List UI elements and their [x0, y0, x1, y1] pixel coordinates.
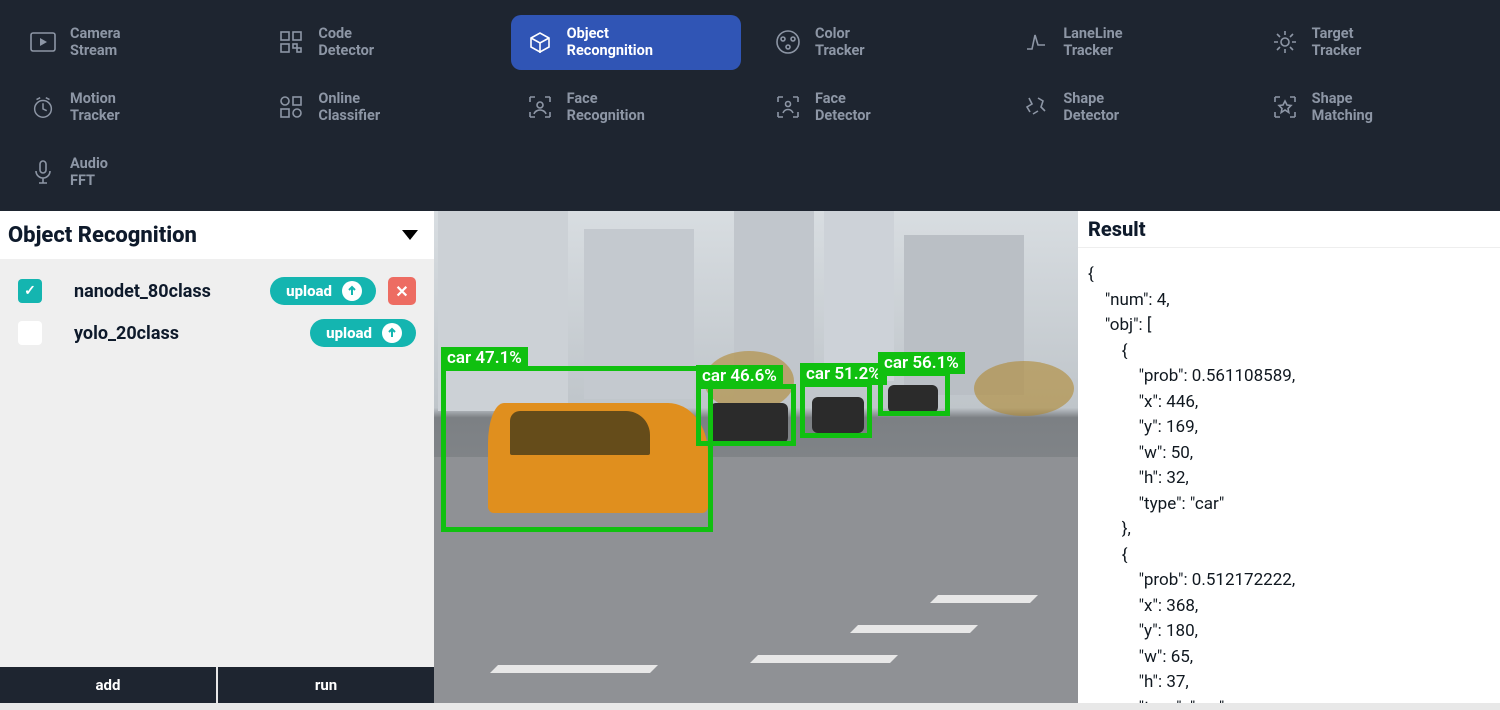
content-row: Object Recognition ✓nanodet_80classuploa…	[0, 211, 1500, 703]
detection-box: car 46.6%	[696, 384, 796, 446]
nav-item-color-tracker[interactable]: ColorTracker	[759, 15, 989, 70]
face-icon	[775, 94, 801, 120]
nav-item-audio-fft[interactable]: AudioFFT	[14, 145, 244, 200]
left-title: Object Recognition	[8, 223, 197, 248]
nav-label: TargetTracker	[1312, 25, 1362, 60]
model-list: ✓nanodet_80classupload✕yolo_20classuploa…	[0, 259, 434, 667]
left-footer: add run	[0, 667, 434, 703]
nav-item-motion-tracker[interactable]: MotionTracker	[14, 80, 244, 135]
object-icon	[527, 29, 553, 55]
nav-item-face-recognition[interactable]: FaceRecognition	[511, 80, 741, 135]
detection-label: car 56.1%	[878, 352, 965, 374]
upload-button[interactable]: upload	[270, 277, 376, 305]
upload-icon	[342, 281, 362, 301]
model-checkbox[interactable]	[18, 321, 42, 345]
target-icon	[1272, 29, 1298, 55]
chevron-down-icon	[402, 230, 418, 240]
audio-icon	[30, 159, 56, 185]
model-name: yolo_20class	[74, 323, 310, 344]
result-header: Result	[1078, 211, 1500, 248]
model-row: yolo_20classupload	[18, 319, 416, 347]
detection-box: car 56.1%	[878, 371, 950, 416]
nav-item-target-tracker[interactable]: TargetTracker	[1256, 15, 1486, 70]
nav-item-face-detector[interactable]: FaceDetector	[759, 80, 989, 135]
nav-item-shape-matching[interactable]: ShapeMatching	[1256, 80, 1486, 135]
nav-item-camera-stream[interactable]: CameraStream	[14, 15, 244, 70]
camera-icon	[30, 29, 56, 55]
detection-box: car 51.2%	[800, 382, 872, 438]
nav-item-laneline-tracker[interactable]: LaneLineTracker	[1007, 15, 1237, 70]
shape-icon	[1272, 94, 1298, 120]
face-icon	[527, 94, 553, 120]
nav-label: ShapeMatching	[1312, 90, 1373, 125]
run-button[interactable]: run	[216, 667, 434, 703]
detection-label: car 46.6%	[696, 365, 783, 387]
left-panel: Object Recognition ✓nanodet_80classuploa…	[0, 211, 434, 703]
upload-icon	[382, 323, 402, 343]
add-button[interactable]: add	[0, 667, 216, 703]
nav-label: ColorTracker	[815, 25, 865, 60]
result-json: { "num": 4, "obj": [ { "prob": 0.5611085…	[1078, 248, 1500, 703]
nav-label: LaneLineTracker	[1063, 25, 1122, 60]
detection-box: car 47.1%	[441, 366, 713, 532]
online-icon	[278, 94, 304, 120]
laneline-icon	[1023, 29, 1049, 55]
top-nav: CameraStream CodeDetector ObjectRecongniti…	[0, 0, 1500, 211]
result-panel: Result { "num": 4, "obj": [ { "prob": 0.…	[1078, 211, 1500, 703]
preview-image: car 47.1%car 46.6%car 51.2%car 56.1%	[434, 211, 1078, 703]
nav-label: MotionTracker	[70, 90, 120, 125]
nav-label: AudioFFT	[70, 155, 108, 190]
shape-icon	[1023, 94, 1049, 120]
delete-button[interactable]: ✕	[388, 277, 416, 305]
upload-button[interactable]: upload	[310, 319, 416, 347]
model-name: nanodet_80class	[74, 281, 270, 302]
nav-label: FaceRecognition	[567, 90, 645, 125]
detection-label: car 51.2%	[800, 363, 887, 385]
result-title: Result	[1088, 217, 1146, 241]
nav-label: CodeDetector	[318, 25, 374, 60]
nav-label: ShapeDetector	[1063, 90, 1119, 125]
nav-label: ObjectRecongnition	[567, 25, 653, 60]
nav-item-code-detector[interactable]: CodeDetector	[262, 15, 492, 70]
nav-label: OnlineClassifier	[318, 90, 380, 125]
nav-item-online-classifier[interactable]: OnlineClassifier	[262, 80, 492, 135]
nav-label: CameraStream	[70, 25, 120, 60]
model-checkbox[interactable]: ✓	[18, 279, 42, 303]
nav-item-shape-detector[interactable]: ShapeDetector	[1007, 80, 1237, 135]
motion-icon	[30, 94, 56, 120]
code-icon	[278, 29, 304, 55]
nav-label: FaceDetector	[815, 90, 871, 125]
model-row: ✓ nanodet_80classupload ✕	[18, 277, 416, 305]
nav-item-object-recongnition[interactable]: ObjectRecongnition	[511, 15, 741, 70]
detection-label: car 47.1%	[441, 347, 528, 369]
color-icon	[775, 29, 801, 55]
left-header[interactable]: Object Recognition	[0, 211, 434, 259]
